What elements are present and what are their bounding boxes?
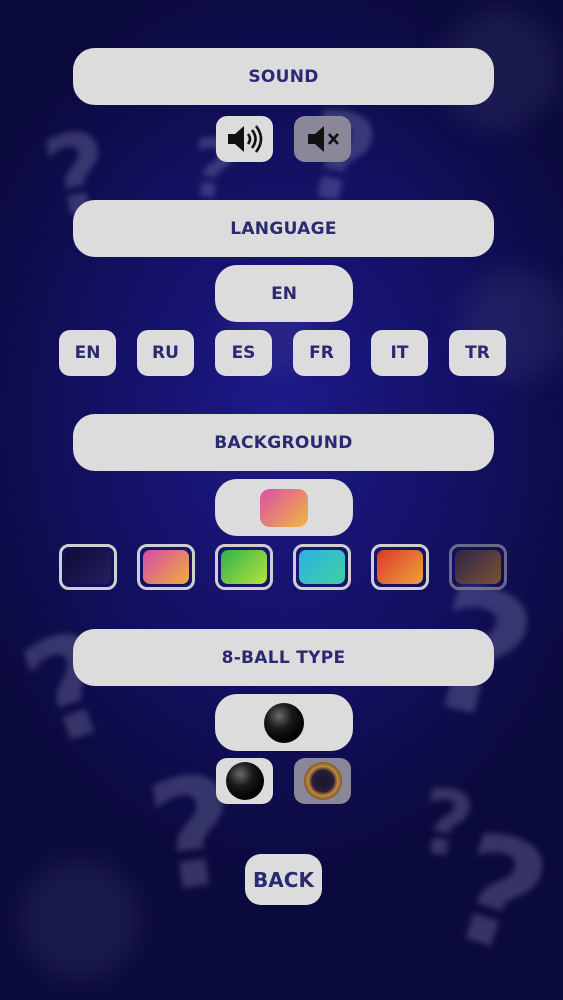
black-ball-icon: [225, 762, 264, 800]
language-option-label: ES: [231, 343, 256, 363]
language-selected: EN: [215, 265, 353, 322]
back-button[interactable]: BACK: [245, 854, 322, 905]
ball-type-title: 8-BALL TYPE: [221, 647, 346, 668]
ball-type-selected: [215, 694, 353, 751]
background-option-fill: [299, 550, 345, 584]
black-ball-icon: [264, 702, 304, 743]
language-option-label: EN: [74, 343, 101, 363]
back-label: BACK: [253, 867, 314, 892]
sound-header: SOUND: [73, 48, 494, 105]
background-option-fill: [143, 550, 189, 584]
background-option-red-orange[interactable]: [371, 544, 429, 590]
language-header: LANGUAGE: [73, 200, 494, 257]
background-option-dark-navy[interactable]: [59, 544, 117, 590]
language-option-fr[interactable]: FR: [293, 330, 350, 376]
background-selected: [215, 479, 353, 536]
background-option-fill: [221, 550, 267, 584]
background-option-fill: [377, 550, 423, 584]
background-option-fill: [455, 550, 501, 584]
language-selected-label: EN: [271, 283, 297, 304]
language-option-label: RU: [152, 343, 179, 363]
sound-title: SOUND: [248, 66, 319, 87]
background-header: BACKGROUND: [73, 414, 494, 471]
language-option-it[interactable]: IT: [371, 330, 428, 376]
ball-option-bronze[interactable]: [294, 758, 351, 804]
language-option-tr[interactable]: TR: [449, 330, 506, 376]
bronze-ball-icon: [303, 762, 342, 800]
background-option-green[interactable]: [215, 544, 273, 590]
background-option-teal-blue[interactable]: [293, 544, 351, 590]
ball-option-black[interactable]: [216, 758, 273, 804]
language-option-es[interactable]: ES: [215, 330, 272, 376]
ball-type-header: 8-BALL TYPE: [73, 629, 494, 686]
speaker-mute-icon: [307, 126, 339, 152]
background-option-brown[interactable]: [449, 544, 507, 590]
speaker-on-icon: [227, 125, 262, 153]
background-selected-swatch: [260, 488, 308, 527]
language-title: LANGUAGE: [230, 218, 337, 239]
language-option-ru[interactable]: RU: [137, 330, 194, 376]
language-option-label: FR: [309, 343, 334, 363]
sound-off-button[interactable]: [294, 116, 351, 162]
language-option-en[interactable]: EN: [59, 330, 116, 376]
background-option-fill: [65, 550, 111, 584]
background-option-pink-orange[interactable]: [137, 544, 195, 590]
language-option-label: IT: [390, 343, 409, 363]
background-title: BACKGROUND: [214, 432, 353, 453]
sound-on-button[interactable]: [216, 116, 273, 162]
language-option-label: TR: [465, 343, 490, 363]
